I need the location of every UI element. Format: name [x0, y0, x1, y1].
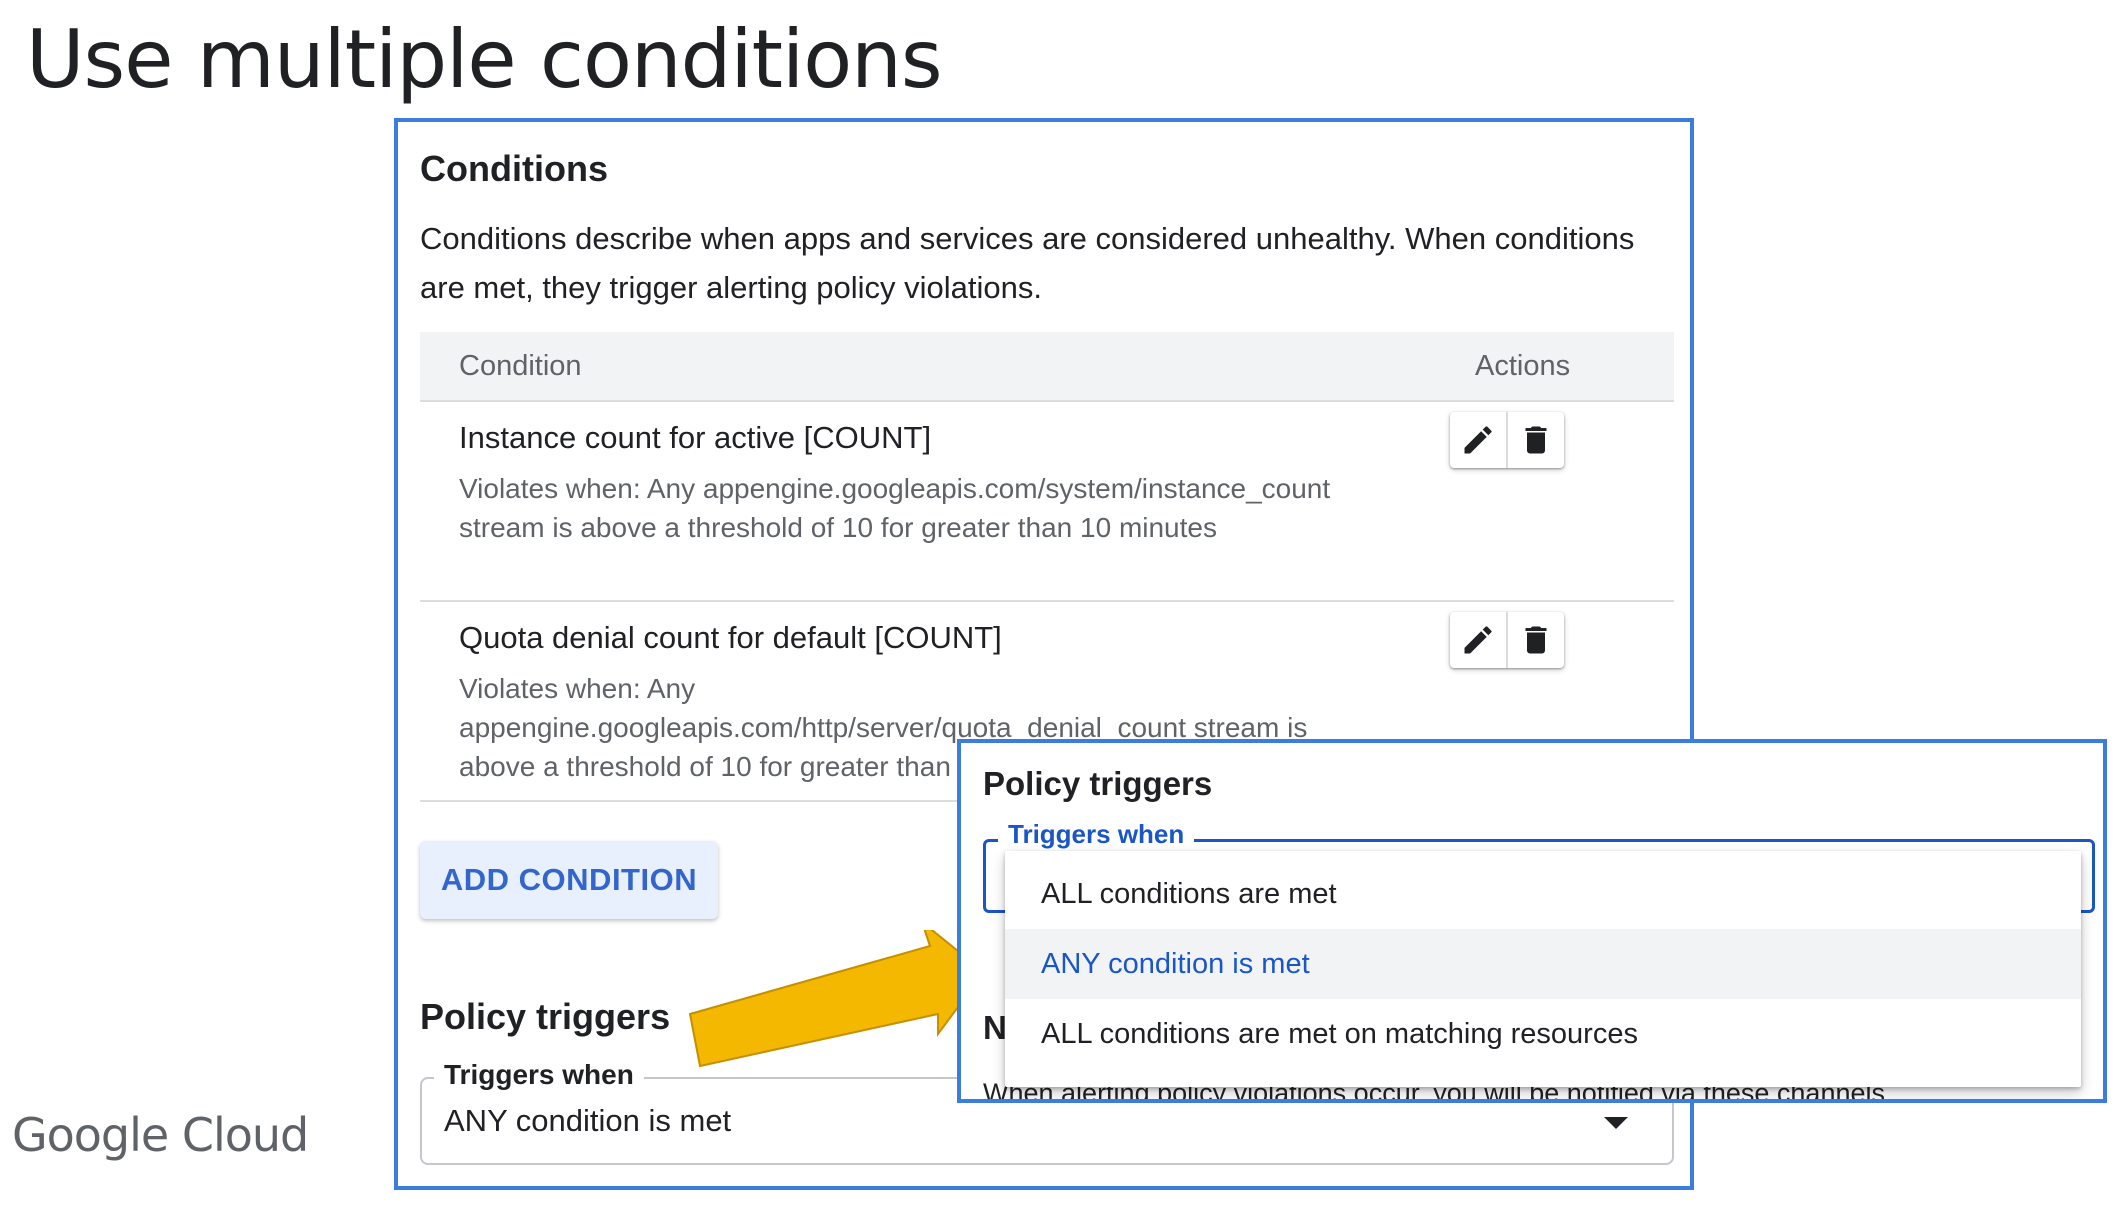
zoom-policy-triggers-heading: Policy triggers	[983, 765, 1213, 802]
row-actions	[1450, 612, 1564, 668]
triggers-when-value: ANY condition is met	[444, 1103, 732, 1138]
conditions-heading: Conditions	[420, 148, 608, 189]
column-header-condition: Condition	[459, 350, 582, 382]
row-actions	[1450, 412, 1564, 468]
edit-icon	[1464, 626, 1492, 654]
delete-icon	[1525, 626, 1547, 654]
delete-button[interactable]	[1506, 412, 1564, 468]
slide-title: Use multiple conditions	[26, 13, 943, 106]
edit-icon	[1464, 426, 1492, 454]
menu-item-any-condition[interactable]: ANY condition is met	[1005, 929, 2081, 999]
condition-title: Instance count for active [COUNT]	[459, 420, 932, 455]
policy-triggers-zoom-panel: Policy triggers Triggers when N When ale…	[957, 739, 2107, 1103]
menu-item-all-conditions[interactable]: ALL conditions are met	[1005, 859, 2081, 929]
delete-icon	[1525, 426, 1547, 454]
condition-title: Quota denial count for default [COUNT]	[459, 620, 1002, 655]
conditions-description: Conditions describe when apps and servic…	[420, 221, 1635, 305]
triggers-when-dropdown-menu: ALL conditions are met ANY condition is …	[1005, 851, 2081, 1087]
zoom-triggers-when-label: Triggers when	[998, 819, 1195, 850]
google-cloud-logo: Google Cloud	[12, 1108, 309, 1162]
edit-button[interactable]	[1450, 412, 1506, 468]
edit-button[interactable]	[1450, 612, 1506, 668]
delete-button[interactable]	[1506, 612, 1564, 668]
table-row: Instance count for active [COUNT] Violat…	[420, 402, 1674, 602]
add-condition-button[interactable]: ADD CONDITION	[420, 841, 718, 919]
zoom-notifications-heading: N	[983, 1009, 1007, 1046]
conditions-table-header: Condition Actions	[420, 332, 1674, 402]
condition-detail: Violates when: Any appengine.googleapis.…	[459, 473, 1331, 543]
callout-arrow-icon	[688, 930, 986, 1068]
triggers-when-label: Triggers when	[434, 1059, 644, 1091]
chevron-down-icon	[1604, 1117, 1628, 1129]
menu-item-all-conditions-matching-resources[interactable]: ALL conditions are met on matching resou…	[1005, 999, 2081, 1069]
policy-triggers-heading: Policy triggers	[420, 996, 671, 1037]
column-header-actions: Actions	[1475, 350, 1571, 382]
